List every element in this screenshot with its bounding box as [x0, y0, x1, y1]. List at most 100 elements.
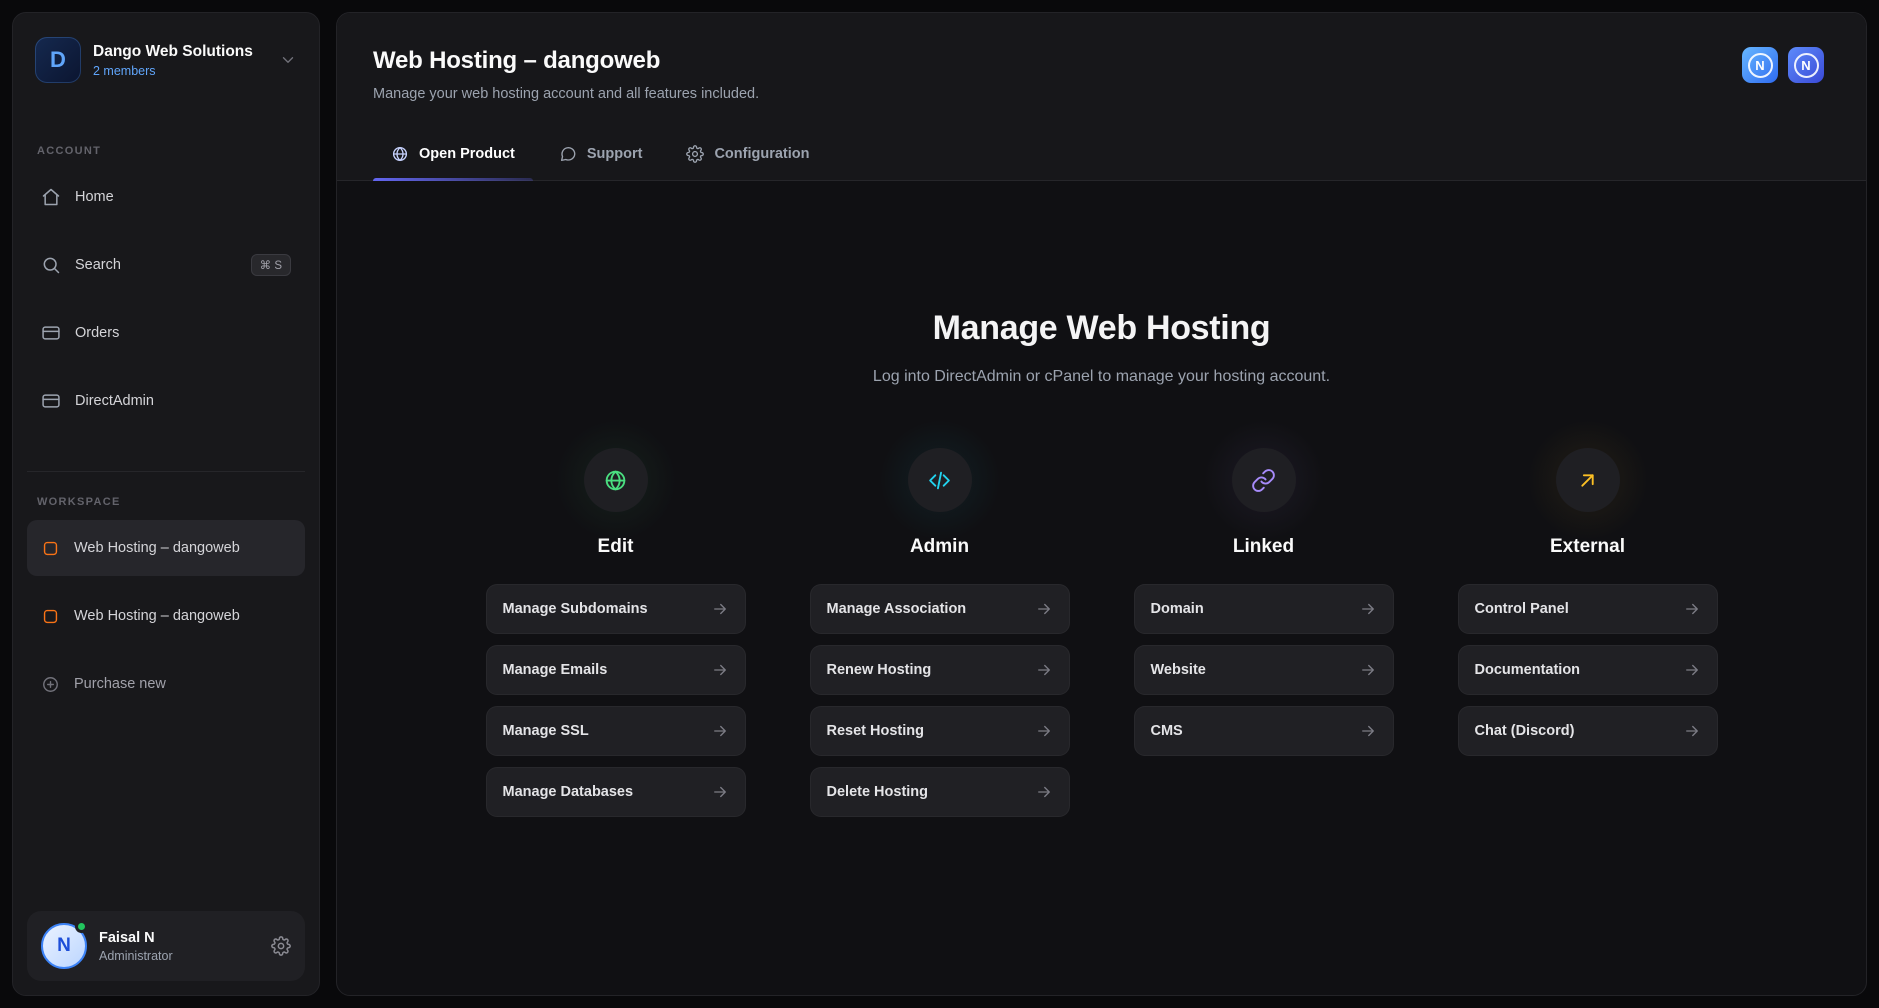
search-shortcut-badge: ⌘ S — [250, 254, 291, 276]
sidebar-item-label: DirectAdmin — [75, 393, 154, 409]
action-columns: Edit Manage Subdomains Manage Emails Man… — [337, 396, 1866, 817]
manage-databases-button[interactable]: Manage Databases — [485, 767, 746, 817]
chat-bubble-icon — [560, 147, 576, 162]
action-label: Manage Emails — [502, 662, 608, 678]
column-external: External Control Panel Documentation Cha… — [1457, 396, 1718, 756]
workspace-logo-letter: D — [50, 47, 66, 72]
sidebar-item-label: Search — [75, 257, 121, 273]
sidebar-item-label: Home — [75, 189, 114, 205]
header-app-icons: N N — [1742, 47, 1824, 83]
column-linked: Linked Domain Website CMS — [1133, 396, 1394, 756]
manage-hosting-content: Manage Web Hosting Log into DirectAdmin … — [337, 181, 1866, 995]
product-header: Web Hosting – dangoweb Manage your web h… — [337, 13, 1866, 181]
tab-open-product[interactable]: Open Product — [373, 130, 533, 181]
online-status-dot — [75, 920, 88, 933]
manage-association-button[interactable]: Manage Association — [809, 584, 1070, 634]
sidebar: D Dango Web Solutions 2 members ACCOUNT … — [12, 12, 320, 996]
purchase-new-label: Purchase new — [74, 676, 166, 692]
main-panel: Web Hosting – dangoweb Manage your web h… — [336, 12, 1867, 996]
action-label: Chat (Discord) — [1474, 723, 1575, 739]
product-square-icon — [43, 541, 58, 555]
action-label: Manage SSL — [502, 723, 589, 739]
workspace-section-label: WORKSPACE — [37, 496, 121, 508]
arrow-right-icon — [1361, 664, 1374, 676]
column-admin: Admin Manage Association Renew Hosting R… — [809, 396, 1070, 817]
column-title: Admin — [909, 536, 970, 557]
workspace-item-web-hosting-1[interactable]: Web Hosting – dangoweb — [27, 520, 305, 576]
sidebar-item-orders[interactable]: Orders — [27, 305, 305, 361]
workspace-item-web-hosting-2[interactable]: Web Hosting – dangoweb — [27, 588, 305, 644]
arrow-right-icon — [1361, 603, 1374, 615]
tab-label: Configuration — [714, 146, 810, 162]
workspace-item-label: Web Hosting – dangoweb — [74, 608, 240, 624]
settings-gear-icon[interactable] — [271, 936, 291, 956]
sidebar-item-directadmin[interactable]: DirectAdmin — [27, 373, 305, 429]
column-edit: Edit Manage Subdomains Manage Emails Man… — [485, 396, 746, 817]
tab-label: Support — [586, 146, 643, 162]
domain-button[interactable]: Domain — [1133, 584, 1394, 634]
tab-configuration[interactable]: Configuration — [668, 130, 827, 180]
action-label: Manage Databases — [502, 784, 634, 800]
app-logo-icon[interactable]: N — [1788, 47, 1824, 83]
content-heading: Manage Web Hosting — [932, 309, 1271, 347]
control-panel-button[interactable]: Control Panel — [1457, 584, 1718, 634]
workspace-members-count: 2 members — [93, 63, 156, 78]
column-title: Edit — [597, 536, 634, 557]
workspace-logo: D — [35, 37, 81, 83]
chat-discord-button[interactable]: Chat (Discord) — [1457, 706, 1718, 756]
action-label: Delete Hosting — [826, 784, 929, 800]
manage-emails-button[interactable]: Manage Emails — [485, 645, 746, 695]
globe-icon — [531, 396, 700, 564]
arrow-right-icon — [1037, 786, 1050, 798]
action-label: Domain — [1150, 601, 1204, 617]
arrow-right-icon — [1361, 725, 1374, 737]
column-title: External — [1550, 536, 1625, 557]
product-square-icon — [43, 609, 58, 623]
action-label: Website — [1150, 662, 1206, 678]
manage-ssl-button[interactable]: Manage SSL — [485, 706, 746, 756]
arrow-right-icon — [713, 725, 726, 737]
page-title: Web Hosting – dangoweb — [373, 47, 661, 74]
app-logo-icon[interactable]: N — [1742, 47, 1778, 83]
action-label: Reset Hosting — [826, 723, 925, 739]
account-section-label: ACCOUNT — [37, 145, 102, 157]
content-subheading: Log into DirectAdmin or cPanel to manage… — [872, 368, 1331, 385]
action-label: Documentation — [1474, 662, 1581, 678]
product-tabs: Open Product Support Configuration — [373, 130, 1826, 181]
globe-icon — [392, 146, 408, 162]
workspace-name: Dango Web Solutions — [93, 42, 253, 60]
arrow-right-icon — [1037, 725, 1050, 737]
arrow-right-icon — [1685, 664, 1698, 676]
action-label: Renew Hosting — [826, 662, 932, 678]
user-card[interactable]: N Faisal N Administrator — [27, 911, 305, 981]
arrow-right-icon — [713, 664, 726, 676]
action-label: Manage Association — [826, 601, 967, 617]
link-icon — [1179, 396, 1348, 564]
search-icon — [43, 257, 60, 274]
gear-icon — [686, 145, 705, 163]
action-label: Manage Subdomains — [502, 601, 648, 617]
chevron-down-icon — [282, 57, 294, 63]
tab-support[interactable]: Support — [541, 130, 661, 180]
action-label: CMS — [1150, 723, 1183, 739]
manage-subdomains-button[interactable]: Manage Subdomains — [485, 584, 746, 634]
purchase-new-button[interactable]: Purchase new — [27, 656, 305, 712]
sidebar-item-home[interactable]: Home — [27, 169, 305, 225]
workspace-switcher[interactable]: D Dango Web Solutions 2 members — [27, 27, 305, 93]
user-role: Administrator — [99, 948, 173, 963]
reset-hosting-button[interactable]: Reset Hosting — [809, 706, 1070, 756]
page-subtitle: Manage your web hosting account and all … — [373, 86, 760, 102]
arrow-up-right-icon — [1503, 396, 1672, 564]
arrow-right-icon — [1685, 603, 1698, 615]
renew-hosting-button[interactable]: Renew Hosting — [809, 645, 1070, 695]
documentation-button[interactable]: Documentation — [1457, 645, 1718, 695]
arrow-right-icon — [713, 603, 726, 615]
cms-button[interactable]: CMS — [1133, 706, 1394, 756]
action-label: Control Panel — [1474, 601, 1569, 617]
sidebar-item-search[interactable]: Search ⌘ S — [27, 237, 305, 293]
workspace-item-label: Web Hosting – dangoweb — [74, 540, 240, 556]
workspace-section: WORKSPACE Web Hosting – dangoweb Web Hos… — [27, 471, 305, 724]
avatar: N — [41, 920, 88, 969]
delete-hosting-button[interactable]: Delete Hosting — [809, 767, 1070, 817]
website-button[interactable]: Website — [1133, 645, 1394, 695]
